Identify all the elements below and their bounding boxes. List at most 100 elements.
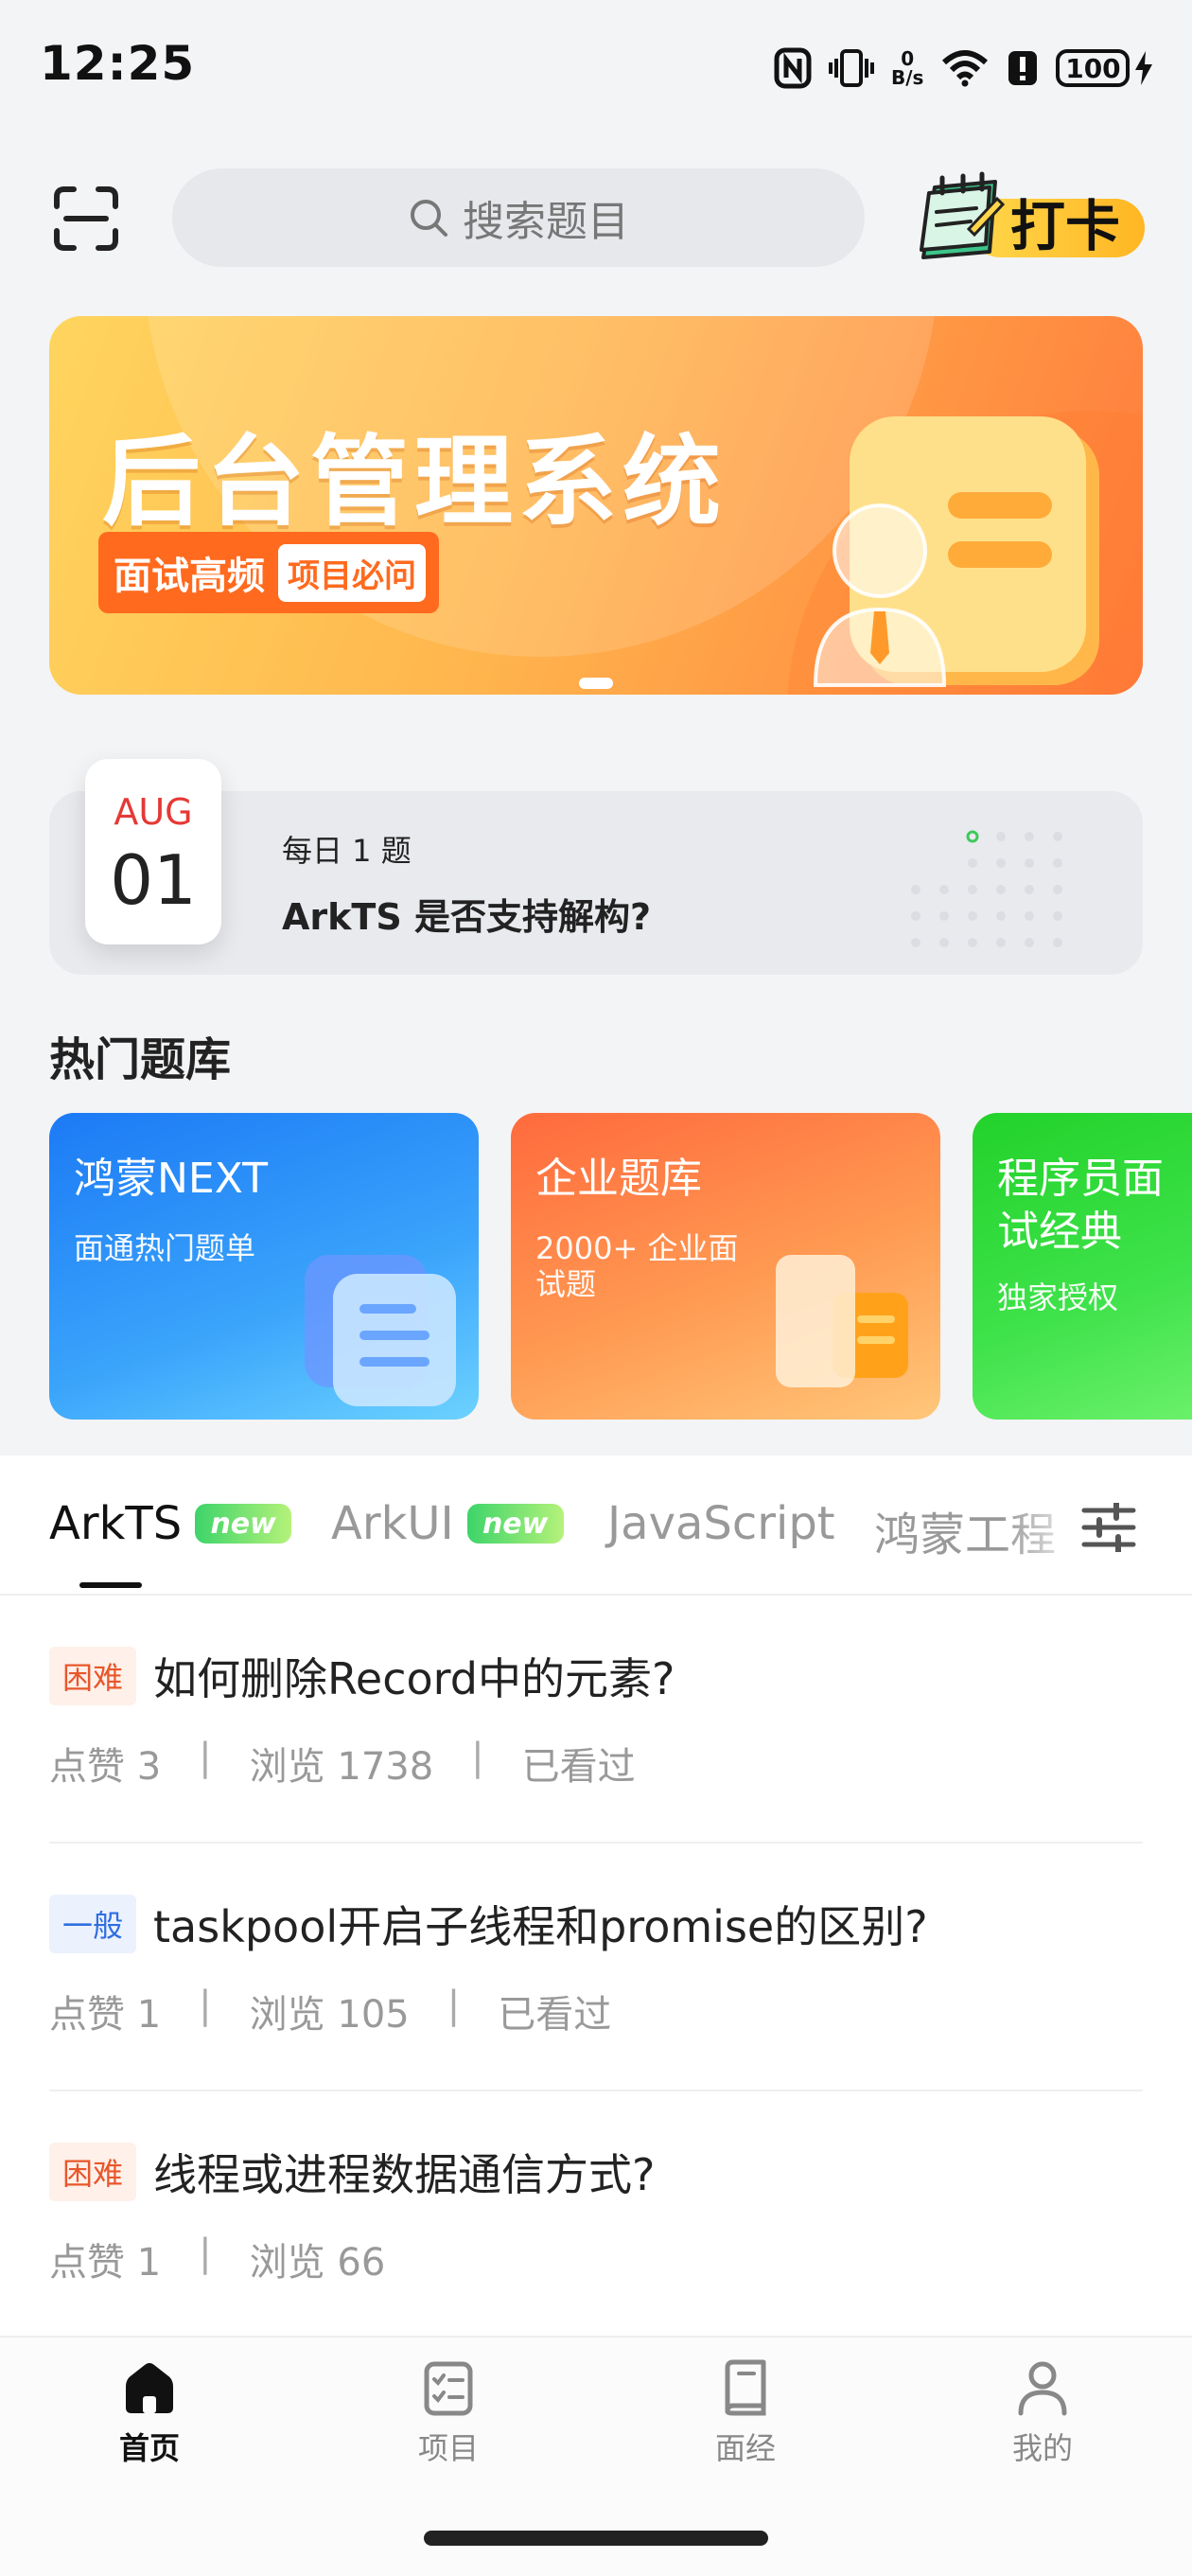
likes-count: 点赞 1: [49, 2241, 162, 2285]
pattern-dot: [996, 885, 1006, 894]
nav-item-projects[interactable]: 项目: [373, 2358, 524, 2468]
pattern-dot: [1053, 938, 1062, 947]
seen-status: 已看过: [498, 1993, 612, 2037]
banner-page-indicator: [579, 678, 613, 689]
bank-card-title-line1: 程序员面: [997, 1155, 1164, 1203]
vibrate-icon: [829, 49, 874, 87]
banner-tag-main: 面试高频: [114, 555, 265, 598]
category-tabs: ArkTS new ArkUI new JavaScript 鸿蒙工程: [0, 1456, 1192, 1596]
separator: |: [199, 2232, 212, 2275]
filter-icon[interactable]: [1080, 1503, 1137, 1552]
net-speed-unit: B/s: [891, 66, 924, 89]
checkin-button[interactable]: 打卡: [914, 170, 1147, 271]
bank-card-subtitle: 面通热门题单: [74, 1230, 256, 1266]
likes-count: 点赞 1: [49, 1993, 162, 2037]
question-item[interactable]: 一般 taskpool开启子线程和promise的区别? 点赞 1 | 浏览 1…: [49, 1842, 1143, 2091]
pattern-dot: [1025, 832, 1034, 841]
pattern-dot: [996, 911, 1006, 921]
views-count: 浏览 66: [249, 2241, 386, 2285]
profile-card-illustration: [813, 416, 1099, 687]
bank-card-harmony-next[interactable]: 鸿蒙NEXT 面通热门题单: [49, 1113, 479, 1420]
question-head: 困难 线程或进程数据通信方式?: [49, 2141, 655, 2203]
daily-question-text[interactable]: ArkTS 是否支持解构?: [282, 888, 651, 940]
home-indicator[interactable]: [424, 2531, 768, 2546]
views-count: 浏览 1738: [249, 1745, 434, 1789]
question-item[interactable]: 困难 如何删除Record中的元素? 点赞 3 | 浏览 1738 | 已看过: [49, 1594, 1143, 1844]
nav-item-interview-notes[interactable]: 面经: [670, 2358, 821, 2468]
wifi-icon: [942, 50, 989, 87]
likes-count: 点赞 3: [49, 1745, 162, 1789]
hot-bank-title: 热门题库: [49, 1033, 232, 1086]
bank-card-title: 企业题库: [535, 1155, 702, 1203]
tab-label: ArkUI: [331, 1497, 454, 1550]
tab-label: ArkTS: [49, 1497, 183, 1550]
pattern-dot: [996, 858, 1006, 868]
scan-button[interactable]: [53, 185, 119, 252]
checkin-label: 打卡: [1010, 194, 1121, 258]
accent-dot: [966, 830, 979, 843]
pattern-dot: [968, 911, 977, 921]
search-icon: [411, 200, 447, 237]
dots-decoration: [911, 830, 1062, 947]
separator: |: [199, 1736, 212, 1779]
difficulty-badge: 困难: [49, 2143, 137, 2201]
banner-title: 后台管理系统: [102, 424, 727, 539]
question-title: 如何删除Record中的元素?: [153, 1653, 675, 1704]
nav-label: 项目: [417, 2430, 479, 2466]
tab-arkts[interactable]: ArkTS new: [49, 1497, 292, 1550]
person-icon: [1018, 2361, 1067, 2416]
new-badge: new: [466, 1504, 564, 1544]
nav-item-home[interactable]: 首页: [74, 2358, 225, 2468]
pattern-dot: [968, 938, 977, 947]
promo-banner[interactable]: 后台管理系统 面试高频 项目必问: [49, 316, 1143, 695]
date-day: 01: [110, 840, 197, 920]
bank-card-enterprise[interactable]: 企业题库 2000+ 企业面 试题: [511, 1113, 940, 1420]
question-meta: 点赞 3 | 浏览 1738 | 已看过: [49, 1736, 636, 1791]
pattern-dot: [939, 911, 949, 921]
alert-icon: [1008, 51, 1038, 85]
bank-card-subtitle: 独家授权: [997, 1279, 1119, 1315]
question-meta: 点赞 1 | 浏览 105 | 已看过: [49, 1984, 611, 2038]
nav-item-profile[interactable]: 我的: [967, 2358, 1118, 2468]
home-icon: [126, 2363, 173, 2413]
net-speed-value: 0: [901, 47, 915, 70]
bank-card-title: 鸿蒙NEXT: [74, 1155, 268, 1203]
calendar-icon: [920, 171, 1006, 259]
pattern-dot: [996, 938, 1006, 947]
pattern-dot: [911, 885, 920, 894]
battery-level: 100: [1056, 49, 1131, 87]
tab-arkui[interactable]: ArkUI new: [331, 1497, 564, 1550]
question-list-section: ArkTS new ArkUI new JavaScript 鸿蒙工程 困难 如…: [0, 1456, 1192, 2336]
pattern-dot: [1053, 885, 1062, 894]
pattern-dot: [1053, 858, 1062, 868]
pattern-dot: [996, 832, 1006, 841]
pattern-dot: [968, 858, 977, 868]
pattern-dot: [968, 885, 977, 894]
views-count: 浏览 105: [249, 1993, 410, 2037]
pattern-dot: [1025, 938, 1034, 947]
daily-label: 每日 1 题: [282, 833, 412, 869]
net-speed: 0 B/s: [891, 49, 923, 87]
active-tab-underline: [79, 1582, 142, 1588]
banner-tag-sub: 项目必问: [278, 543, 426, 602]
pattern-dot: [1053, 911, 1062, 921]
search-input[interactable]: 搜索题目: [172, 168, 865, 267]
book-icon: [725, 2359, 766, 2416]
pattern-dot: [1025, 885, 1034, 894]
status-icons: 0 B/s 100: [774, 42, 1154, 95]
bank-card-subtitle-line1: 2000+ 企业面: [535, 1230, 739, 1266]
pattern-dot: [939, 885, 949, 894]
tab-label: JavaScript: [607, 1497, 835, 1550]
question-head: 一般 taskpool开启子线程和promise的区别?: [49, 1893, 928, 1955]
bank-card-programmer-classic[interactable]: 程序员面 试经典 独家授权: [973, 1113, 1192, 1420]
checklist-icon: [424, 2361, 473, 2416]
separator: |: [471, 1736, 484, 1779]
question-title: taskpool开启子线程和promise的区别?: [153, 1901, 928, 1952]
tab-javascript[interactable]: JavaScript: [607, 1497, 835, 1550]
document-icon: [305, 1255, 456, 1406]
question-item[interactable]: 困难 线程或进程数据通信方式? 点赞 1 | 浏览 66: [49, 2090, 1143, 2338]
cards-icon: [776, 1255, 908, 1387]
question-title: 线程或进程数据通信方式?: [153, 2149, 656, 2200]
nav-label: 首页: [118, 2430, 180, 2466]
separator: |: [199, 1984, 212, 2027]
